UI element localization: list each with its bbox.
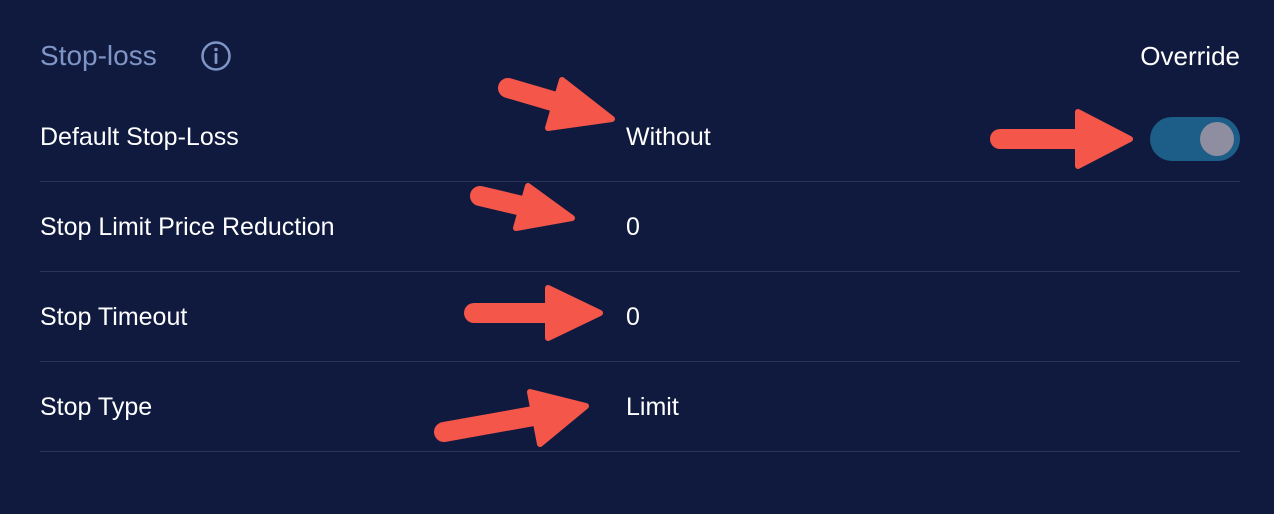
annotation-arrow-icon [434,389,589,447]
